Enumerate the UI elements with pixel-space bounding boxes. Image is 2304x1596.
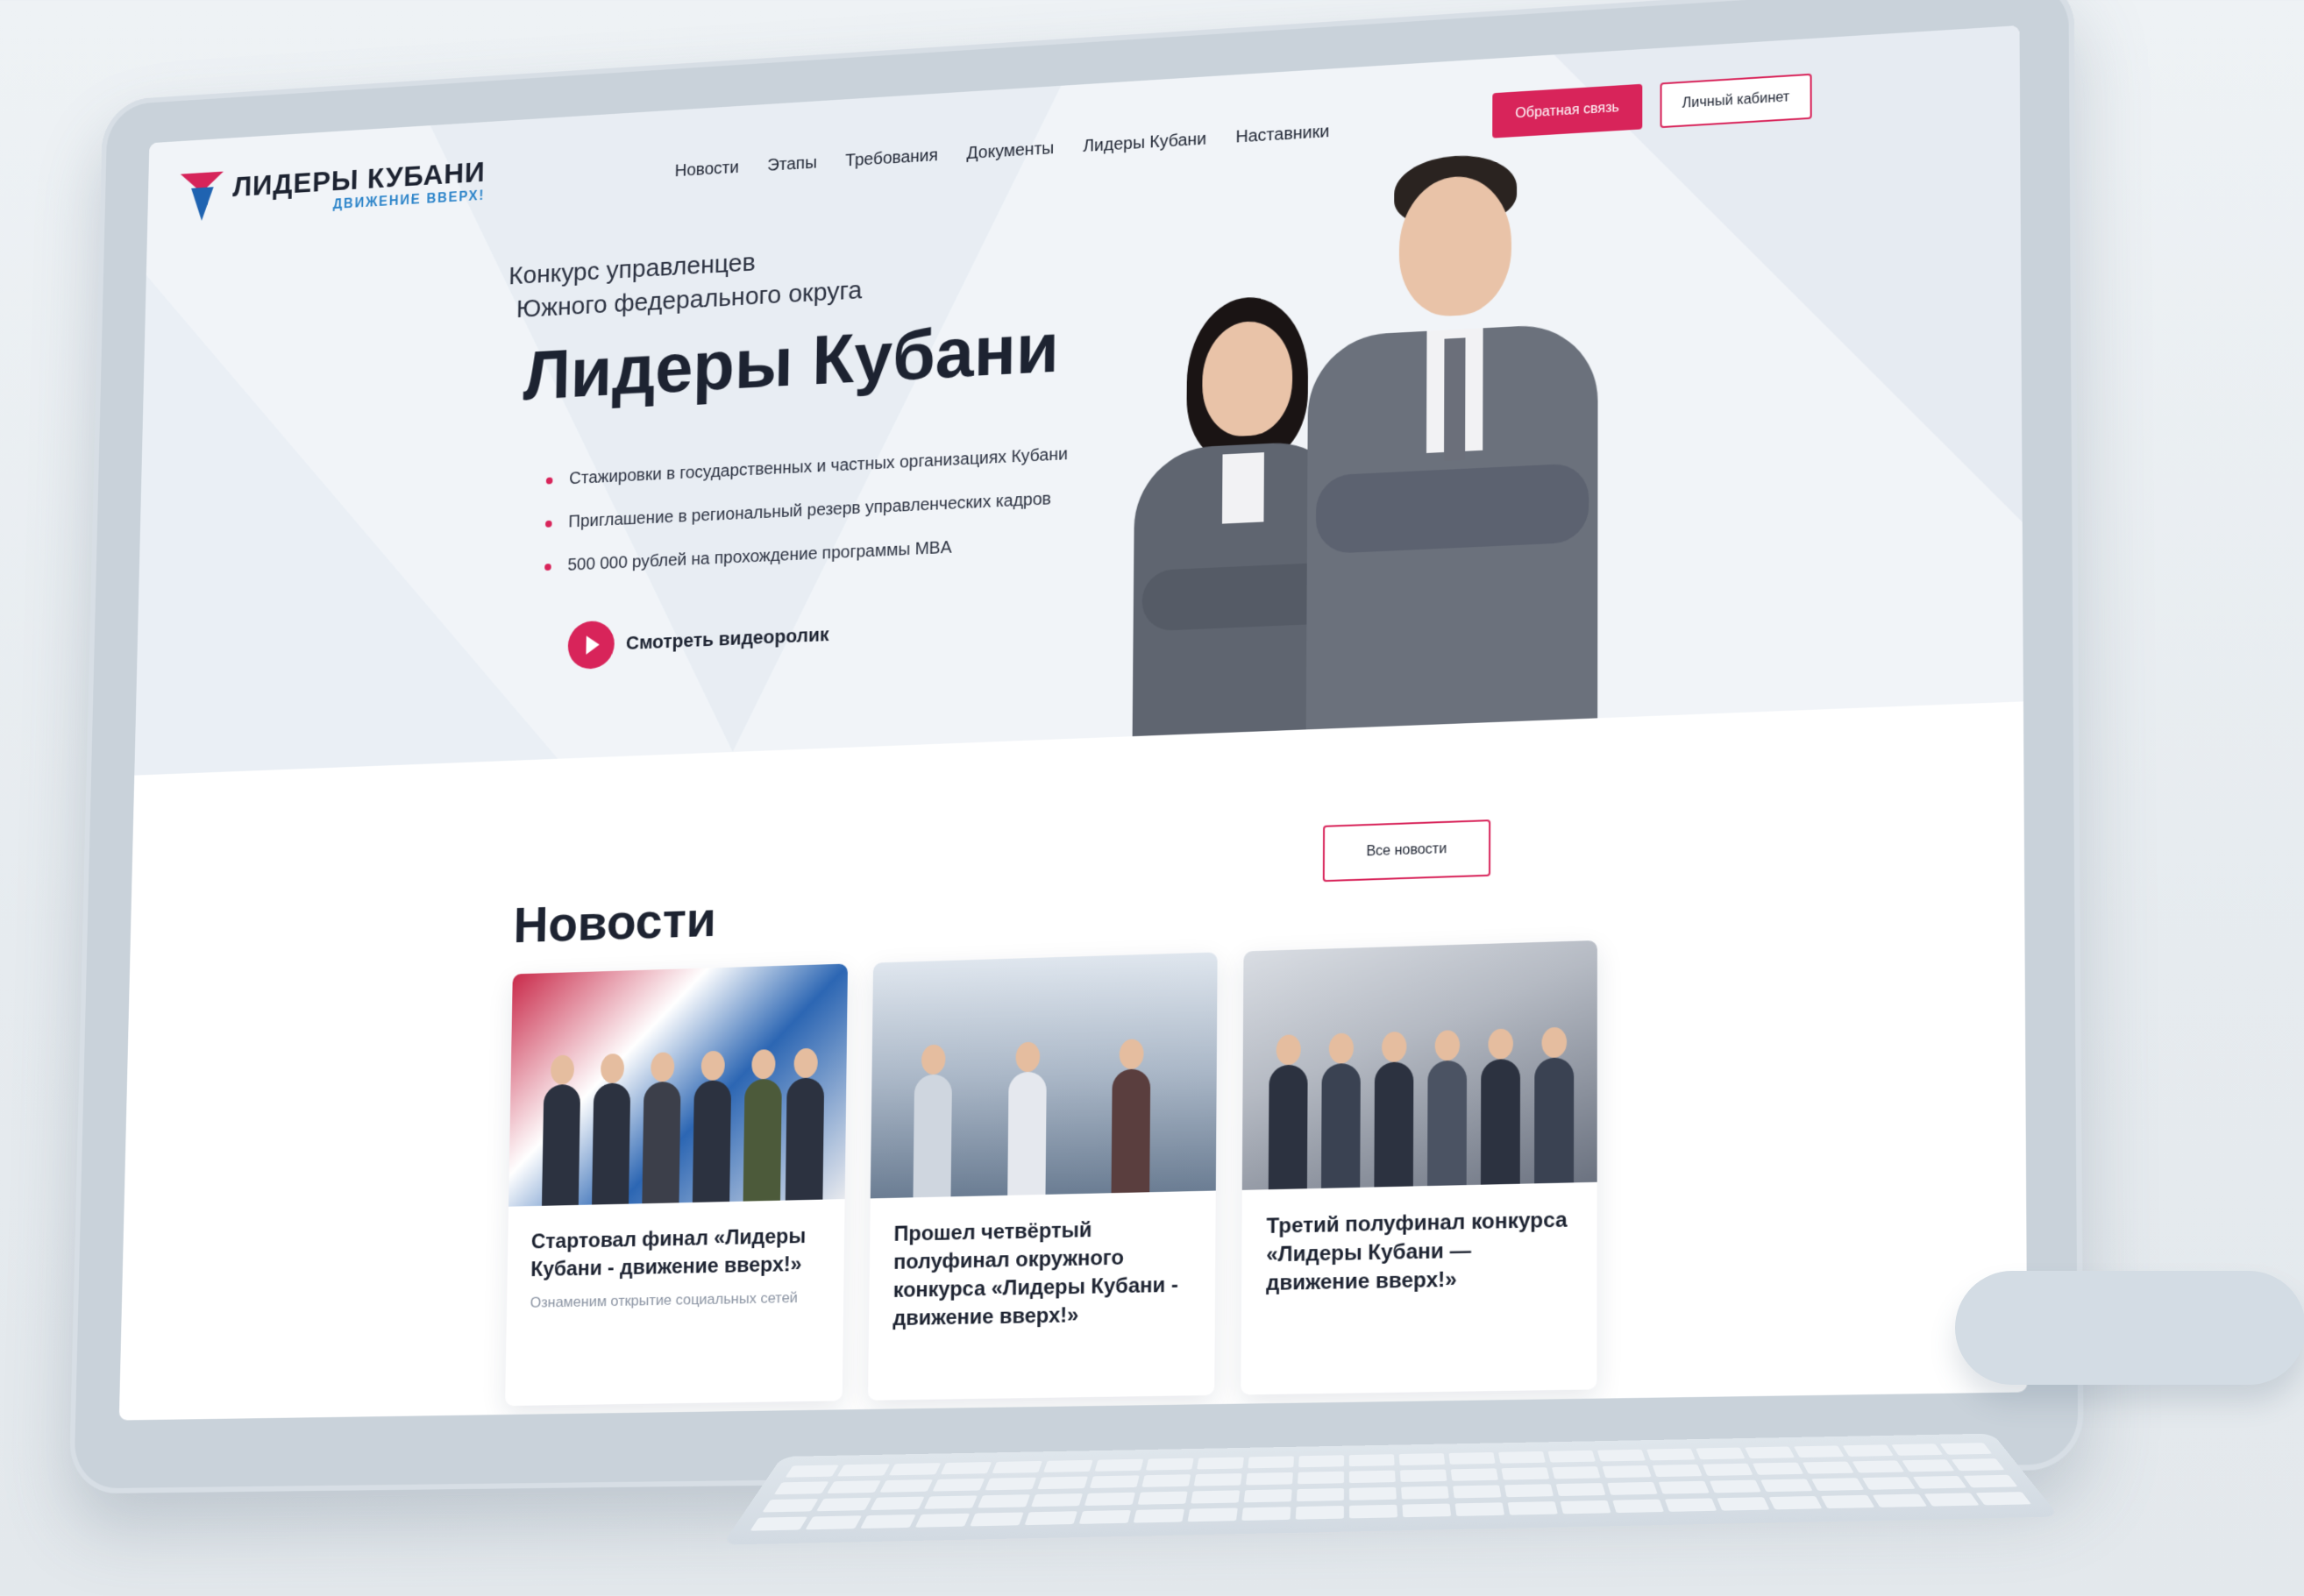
hero-people-photo [1089, 126, 1660, 738]
news-card-title[interactable]: Стартовал финал «Лидеры Кубани - движени… [530, 1223, 821, 1284]
browser-screen: ЛИДЕРЫ КУБАНИ ДВИЖЕНИЕ ВВЕРХ! Новости Эт… [118, 25, 2028, 1421]
nav-item-leaders[interactable]: Лидеры Кубани [1083, 130, 1206, 157]
news-card-excerpt: Ознаменим открытие социальных сетей [530, 1289, 799, 1311]
all-news-button[interactable]: Все новости [1322, 819, 1491, 883]
news-card-image [870, 952, 1218, 1199]
news-card[interactable]: Третий полуфинал конкурса «Лидеры Кубани… [1241, 940, 1597, 1395]
news-card-image [1241, 940, 1597, 1190]
news-card-excerpt [1266, 1303, 1572, 1309]
news-card-title[interactable]: Третий полуфинал конкурса «Лидеры Кубани… [1266, 1206, 1572, 1298]
mouse [1955, 1271, 2304, 1385]
news-card[interactable]: Стартовал финал «Лидеры Кубани - движени… [505, 963, 849, 1407]
news-card-title[interactable]: Прошел четвёртый полуфинал окружного кон… [892, 1214, 1191, 1333]
man-figure [1305, 147, 1598, 730]
monitor: ЛИДЕРЫ КУБАНИ ДВИЖЕНИЕ ВВЕРХ! Новости Эт… [68, 0, 2084, 1494]
news-cards: Стартовал финал «Лидеры Кубани - движени… [505, 940, 1597, 1407]
nav-item-news[interactable]: Новости [675, 158, 739, 181]
hero-shape [134, 251, 567, 776]
news-section-title: Новости [513, 890, 717, 954]
benefit-item: Приглашение в региональный резерв управл… [545, 489, 1068, 534]
hero-benefits-list: Стажировки в государственных и частных о… [544, 444, 1068, 600]
logo-icon [180, 171, 224, 223]
news-card[interactable]: Прошел четвёртый полуфинал окружного кон… [867, 952, 1218, 1401]
keyboard-keys [749, 1443, 2033, 1533]
nav-item-mentors[interactable]: Наставники [1235, 122, 1329, 147]
personal-cabinet-button[interactable]: Личный кабинет [1660, 73, 1812, 129]
benefit-item: 500 000 рублей на прохождение программы … [544, 533, 1067, 577]
news-card-excerpt [892, 1338, 1191, 1344]
hero-section: ЛИДЕРЫ КУБАНИ ДВИЖЕНИЕ ВВЕРХ! Новости Эт… [134, 25, 2023, 776]
watch-video-label: Смотреть видеоролик [625, 623, 829, 654]
nav-item-stages[interactable]: Этапы [767, 153, 817, 176]
play-icon [567, 620, 615, 670]
news-card-image [508, 963, 849, 1207]
